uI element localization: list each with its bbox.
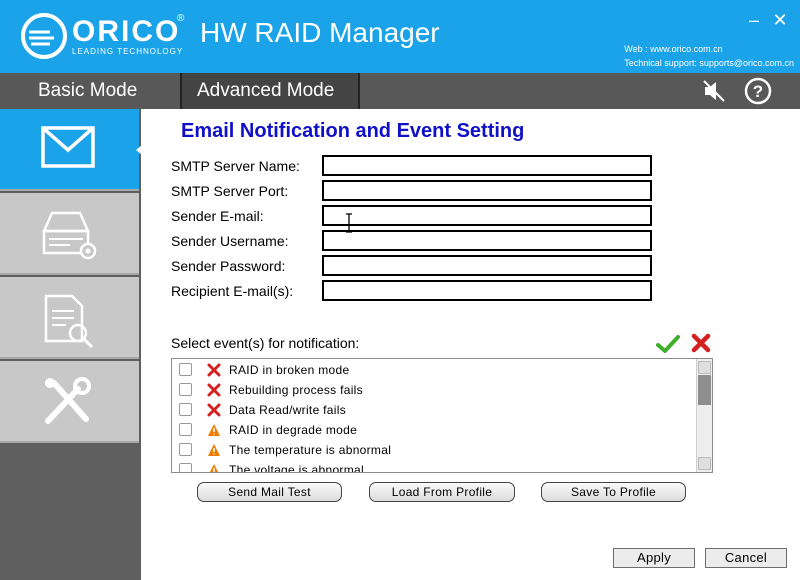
scroll-down-arrow[interactable] [698,457,711,470]
deselect-all-x-icon[interactable] [690,332,712,354]
tab-advanced-mode[interactable]: Advanced Mode [180,73,360,109]
app-header: ORICO ® LEADING TECHNOLOGY HW RAID Manag… [0,0,800,73]
event-list[interactable]: RAID in broken mode Rebuilding process f… [171,358,713,473]
event-checkbox[interactable] [179,423,192,436]
sender-password-row: Sender Password: [171,255,661,277]
list-item: The voltage is abnormal [172,460,697,473]
event-checkbox[interactable] [179,383,192,396]
tools-icon [45,377,91,424]
apply-button[interactable]: Apply [613,548,695,568]
mute-speaker-icon[interactable] [700,77,728,105]
event-list-scrollbar[interactable] [696,359,712,472]
website-text: Web : www.orico.com.cn [624,44,723,54]
app-title: HW RAID Manager [200,17,440,48]
sidebar-item-tools[interactable] [0,361,139,443]
list-item: The temperature is abnormal [172,440,697,460]
event-label: The voltage is abnormal [229,463,364,473]
disk-settings-icon [42,211,97,260]
brand-name: ORICO [72,15,181,48]
field-label: Sender Password: [171,258,286,274]
send-mail-test-button[interactable]: Send Mail Test [197,482,342,502]
sidebar [0,109,142,580]
list-item: Rebuilding process fails [172,380,697,400]
events-label: Select event(s) for notification: [171,335,360,351]
smtp-server-port-input[interactable] [322,180,652,201]
tab-basic-mode[interactable]: Basic Mode [0,73,178,109]
mode-bar-icons: ? [700,77,772,105]
warning-triangle-icon [208,444,220,456]
error-x-icon [207,383,221,397]
sidebar-item-log[interactable] [0,277,139,359]
field-label: SMTP Server Port: [171,183,289,199]
event-checkbox[interactable] [179,403,192,416]
email-settings-panel: Email Notification and Event Setting SMT… [141,109,800,580]
warning-triangle-icon [208,424,220,436]
list-item: RAID in broken mode [172,360,697,380]
scroll-up-arrow[interactable] [698,361,711,374]
error-x-icon [207,403,221,417]
sidebar-item-disk[interactable] [0,193,139,275]
warning-triangle-icon [210,464,218,472]
list-item: RAID in degrade mode [172,420,697,440]
help-icon[interactable]: ? [744,77,772,105]
field-label: Sender Username: [171,233,289,249]
page-title: Email Notification and Event Setting [181,120,525,142]
sender-email-input[interactable] [322,205,652,226]
recipient-email-row: Recipient E-mail(s): [171,280,661,302]
list-item: Data Read/write fails [172,400,697,420]
window-controls: – ✕ [744,10,790,30]
text-cursor-icon [346,213,352,233]
sender-username-row: Sender Username: [171,230,661,252]
scroll-thumb[interactable] [698,375,711,405]
event-checkbox[interactable] [179,443,192,456]
envelope-icon [41,126,95,168]
event-checkbox[interactable] [179,463,192,472]
document-search-icon [44,294,94,349]
event-label: RAID in degrade mode [229,423,358,437]
raid-manager-window: ORICO ® LEADING TECHNOLOGY HW RAID Manag… [0,0,800,580]
sender-password-input[interactable] [322,255,652,276]
sidebar-item-email[interactable] [0,109,142,191]
sender-username-input[interactable] [322,230,652,251]
event-checkbox[interactable] [179,363,192,376]
smtp-server-name-input[interactable] [322,155,652,176]
event-label: RAID in broken mode [229,363,350,377]
registered-mark: ® [177,13,185,24]
orico-logo-icon [21,13,67,59]
minimize-button[interactable]: – [744,10,764,30]
field-label: Sender E-mail: [171,208,264,224]
save-to-profile-button[interactable]: Save To Profile [541,482,686,502]
recipient-email-input[interactable] [322,280,652,301]
load-from-profile-button[interactable]: Load From Profile [369,482,515,502]
field-label: SMTP Server Name: [171,158,300,174]
close-button[interactable]: ✕ [770,10,790,30]
smtp-server-port-row: SMTP Server Port: [171,180,661,202]
select-all-checkmark-icon[interactable] [655,333,681,355]
sender-email-row: Sender E-mail: [171,205,661,227]
contact-info: Web : www.orico.com.cn Technical support… [624,42,794,70]
cancel-button[interactable]: Cancel [705,548,787,568]
field-label: Recipient E-mail(s): [171,283,294,299]
event-label: Data Read/write fails [229,403,347,417]
brand-tagline: LEADING TECHNOLOGY [72,47,184,56]
mode-bar: Basic Mode Advanced Mode ? [0,73,800,109]
error-x-icon [207,363,221,377]
event-label: Rebuilding process fails [229,383,363,397]
support-email-text: Technical support: supports@orico.com.cn [624,58,794,68]
smtp-server-name-row: SMTP Server Name: [171,155,661,177]
svg-text:?: ? [753,82,763,101]
event-label: The temperature is abnormal [229,443,392,457]
